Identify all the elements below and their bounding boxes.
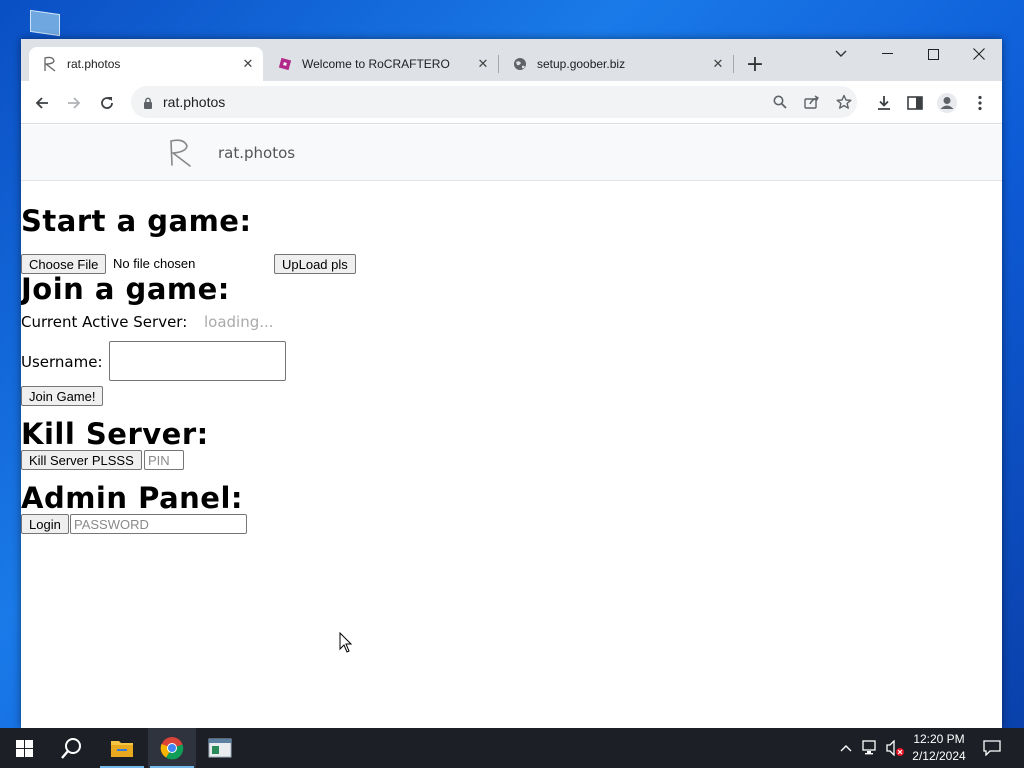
site-navbar: rat.photos: [21, 125, 1002, 181]
page-viewport: rat.photos Start a game: Choose File No …: [21, 125, 1002, 728]
username-label: Username:: [21, 353, 103, 371]
chrome-icon[interactable]: [148, 728, 196, 768]
bookmark-star-icon[interactable]: [832, 90, 856, 114]
tab-strip: rat.photos ✕ Welcome to RoCRAFTERO ✕ set…: [21, 39, 1002, 81]
close-tab-icon[interactable]: ✕: [239, 55, 257, 73]
network-icon[interactable]: [861, 738, 881, 758]
login-button[interactable]: Login: [21, 514, 69, 534]
desktop-computer-icon[interactable]: [28, 9, 62, 40]
clock-date: 2/12/2024: [912, 749, 966, 763]
password-input[interactable]: [70, 514, 247, 534]
roblox-icon: [277, 56, 293, 72]
pin-input[interactable]: [144, 450, 184, 470]
file-explorer-icon[interactable]: [98, 728, 146, 768]
admin-panel-heading: Admin Panel:: [21, 481, 243, 515]
tab-setup-goober[interactable]: setup.goober.biz ✕: [499, 47, 733, 81]
forward-arrow-icon[interactable]: [60, 89, 88, 117]
tab-rocraftero[interactable]: Welcome to RoCRAFTERO ✕: [264, 47, 498, 81]
active-server-label: Current Active Server:: [21, 313, 188, 331]
join-game-button[interactable]: Join Game!: [21, 386, 104, 406]
maximize-icon[interactable]: [910, 39, 956, 69]
rat-logo-icon[interactable]: [167, 137, 193, 169]
clock-time: 12:20 PM: [913, 732, 965, 746]
kill-server-heading: Kill Server:: [21, 417, 209, 451]
volume-muted-icon[interactable]: [885, 738, 905, 758]
chevron-up-icon[interactable]: [836, 738, 856, 758]
choose-file-button[interactable]: Choose File: [21, 254, 107, 274]
tab-title: rat.photos: [67, 57, 121, 71]
browser-toolbar: rat.photos: [21, 81, 1002, 124]
tab-title: setup.goober.biz: [537, 57, 626, 71]
join-game-heading: Join a game:: [21, 272, 230, 306]
start-windows-icon[interactable]: [0, 728, 48, 768]
tab-separator: [733, 55, 734, 73]
system-clock[interactable]: 12:20 PM 2/12/2024: [906, 731, 972, 765]
menu-kebab-icon[interactable]: [966, 89, 994, 117]
tab-rat-photos[interactable]: rat.photos ✕: [29, 47, 263, 81]
back-arrow-icon[interactable]: [28, 89, 56, 117]
file-status-text: No file chosen: [113, 256, 196, 271]
start-game-heading: Start a game:: [21, 204, 252, 238]
search-icon[interactable]: [768, 90, 792, 114]
upload-button[interactable]: UpLoad pls: [274, 254, 356, 274]
reload-icon[interactable]: [93, 89, 121, 117]
app-window-icon[interactable]: [196, 728, 244, 768]
profile-avatar-icon[interactable]: [933, 89, 961, 117]
download-icon[interactable]: [870, 89, 898, 117]
tab-search-icon[interactable]: [818, 39, 864, 69]
side-panel-icon[interactable]: [901, 89, 929, 117]
username-input[interactable]: [109, 341, 286, 381]
kill-server-button[interactable]: Kill Server PLSSS: [21, 450, 142, 470]
search-icon[interactable]: [48, 728, 96, 768]
share-icon[interactable]: [800, 90, 824, 114]
close-tab-icon[interactable]: ✕: [474, 55, 492, 73]
address-bar[interactable]: rat.photos: [131, 86, 857, 118]
mouse-cursor-icon: [339, 631, 353, 654]
close-tab-icon[interactable]: ✕: [709, 55, 727, 73]
active-server-value: loading...: [204, 313, 274, 331]
close-window-icon[interactable]: [956, 39, 1002, 69]
rat-logo-icon: [42, 56, 58, 72]
tab-title: Welcome to RoCRAFTERO: [302, 57, 450, 71]
url-text: rat.photos: [163, 94, 226, 110]
browser-window: rat.photos ✕ Welcome to RoCRAFTERO ✕ set…: [21, 39, 1002, 728]
taskbar: 12:20 PM 2/12/2024: [0, 728, 1024, 768]
site-name[interactable]: rat.photos: [218, 144, 295, 162]
notifications-icon[interactable]: [982, 738, 1002, 758]
lock-icon[interactable]: [143, 95, 153, 114]
minimize-icon[interactable]: [864, 39, 910, 69]
globe-icon: [512, 56, 528, 72]
new-tab-button[interactable]: +: [741, 52, 769, 77]
